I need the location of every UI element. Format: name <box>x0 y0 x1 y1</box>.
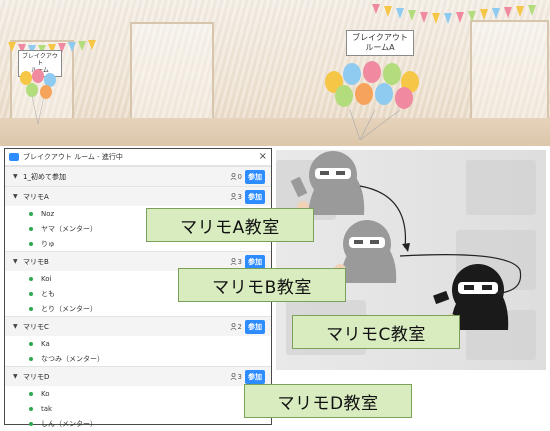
chevron-down-icon[interactable]: ▼ <box>13 193 23 200</box>
room-row[interactable]: ▼ 1_初めて参加 0 参加 <box>5 166 271 186</box>
close-icon[interactable]: × <box>259 152 267 162</box>
participant-name: なつみ（メンター） <box>41 354 104 363</box>
list-item: なつみ（メンター） <box>5 351 271 366</box>
blurred-tile <box>466 310 536 360</box>
participant-name: ヤマ（メンター） <box>41 224 97 233</box>
participant-count: 0 <box>230 173 242 181</box>
participant-name: とも <box>41 289 55 298</box>
participant-name: しん（メンター） <box>41 419 97 428</box>
count-value: 3 <box>237 372 242 381</box>
chevron-down-icon[interactable]: ▼ <box>13 173 23 180</box>
participant-name: とり（メンター） <box>41 304 97 313</box>
person-icon <box>230 193 237 200</box>
list-item: tak <box>5 401 271 416</box>
room-row[interactable]: ▼ マリモC 2 参加 <box>5 316 271 336</box>
list-item: とり（メンター） <box>5 301 271 316</box>
online-dot <box>29 406 33 411</box>
classroom-label-a: マリモA教室 <box>146 208 314 242</box>
panel-title: ブレイクアウト ルーム - 進行中 <box>23 153 123 161</box>
blurred-tile <box>466 160 536 215</box>
count-value: 2 <box>237 322 242 331</box>
participant-name: Ko <box>41 389 50 398</box>
classroom-label-d: マリモD教室 <box>244 384 412 418</box>
person-icon <box>230 173 237 180</box>
room-name: マリモC <box>23 322 49 331</box>
chevron-down-icon[interactable]: ▼ <box>13 373 23 380</box>
participant-name: りゅ <box>41 239 55 248</box>
participant-count: 3 <box>230 258 242 266</box>
online-dot <box>29 211 33 216</box>
chevron-down-icon[interactable]: ▼ <box>13 258 23 265</box>
join-button[interactable]: 参加 <box>245 254 265 269</box>
online-dot <box>29 421 33 426</box>
list-item: Ko <box>5 386 271 401</box>
person-icon <box>230 373 237 380</box>
join-button[interactable]: 参加 <box>245 369 265 384</box>
panel-titlebar: ブレイクアウト ルーム - 進行中 × <box>5 149 271 166</box>
online-dot <box>29 241 33 246</box>
bunting <box>8 4 536 55</box>
online-dot <box>29 341 33 346</box>
balloons-left <box>20 69 56 125</box>
online-dot <box>29 306 33 311</box>
join-button[interactable]: 参加 <box>245 189 265 204</box>
participant-name: Noz <box>41 209 55 218</box>
join-button[interactable]: 参加 <box>245 319 265 334</box>
participant-name: Koi <box>41 274 52 283</box>
online-dot <box>29 291 33 296</box>
online-dot <box>29 356 33 361</box>
list-item: Ka <box>5 336 271 351</box>
balloons-right <box>325 61 419 140</box>
room-row[interactable]: ▼ マリモD 3 参加 <box>5 366 271 386</box>
online-dot <box>29 391 33 396</box>
count-value: 0 <box>237 172 242 181</box>
participant-count: 3 <box>230 193 242 201</box>
classroom-illustration: ブレイクアウト ルーム ブレイクアウト ルームA <box>0 0 550 146</box>
room-name: マリモB <box>23 257 49 266</box>
join-button[interactable]: 参加 <box>245 169 265 184</box>
classroom-label-b: マリモB教室 <box>178 268 346 302</box>
floor <box>0 118 550 146</box>
online-dot <box>29 276 33 281</box>
room-row[interactable]: ▼ マリモA 3 参加 <box>5 186 271 206</box>
chevron-down-icon[interactable]: ▼ <box>13 323 23 330</box>
room-name: マリモA <box>23 192 49 201</box>
person-icon <box>230 258 237 265</box>
participant-count: 3 <box>230 373 242 381</box>
room-name: マリモD <box>23 372 50 381</box>
online-dot <box>29 226 33 231</box>
room-name: 1_初めて参加 <box>23 172 66 181</box>
count-value: 3 <box>237 257 242 266</box>
room-sign-right: ブレイクアウト ルームA <box>346 30 414 56</box>
classroom-label-c: マリモC教室 <box>292 315 460 349</box>
zoom-logo-icon <box>9 153 19 161</box>
count-value: 3 <box>237 192 242 201</box>
bunting-right <box>372 4 536 24</box>
blurred-tile <box>456 230 536 290</box>
participant-name: Ka <box>41 339 50 348</box>
participant-name: tak <box>41 404 53 413</box>
participant-count: 2 <box>230 323 242 331</box>
person-icon <box>230 323 237 330</box>
